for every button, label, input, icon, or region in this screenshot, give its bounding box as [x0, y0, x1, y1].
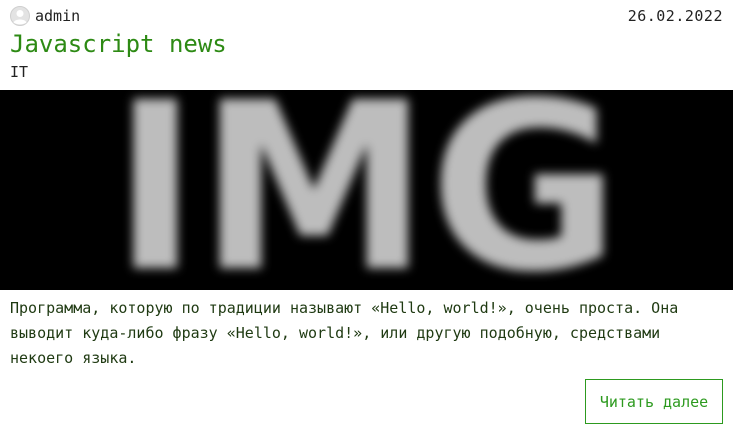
- post-excerpt: Программа, которую по традиции называют …: [10, 299, 679, 367]
- author: admin: [10, 6, 80, 26]
- post-category[interactable]: IT: [10, 63, 28, 81]
- post-image: IMG: [0, 90, 733, 290]
- post-meta: admin 26.02.2022: [10, 6, 723, 26]
- read-more-button[interactable]: Читать далее: [585, 379, 723, 424]
- news-card: admin 26.02.2022 Javascript news IT IMG …: [0, 0, 733, 435]
- author-name[interactable]: admin: [35, 7, 80, 25]
- image-placeholder-text: IMG: [112, 90, 620, 290]
- post-title[interactable]: Javascript news: [10, 30, 227, 58]
- user-avatar-icon: [10, 6, 30, 26]
- post-date: 26.02.2022: [627, 7, 723, 25]
- image-placeholder: IMG: [0, 90, 733, 290]
